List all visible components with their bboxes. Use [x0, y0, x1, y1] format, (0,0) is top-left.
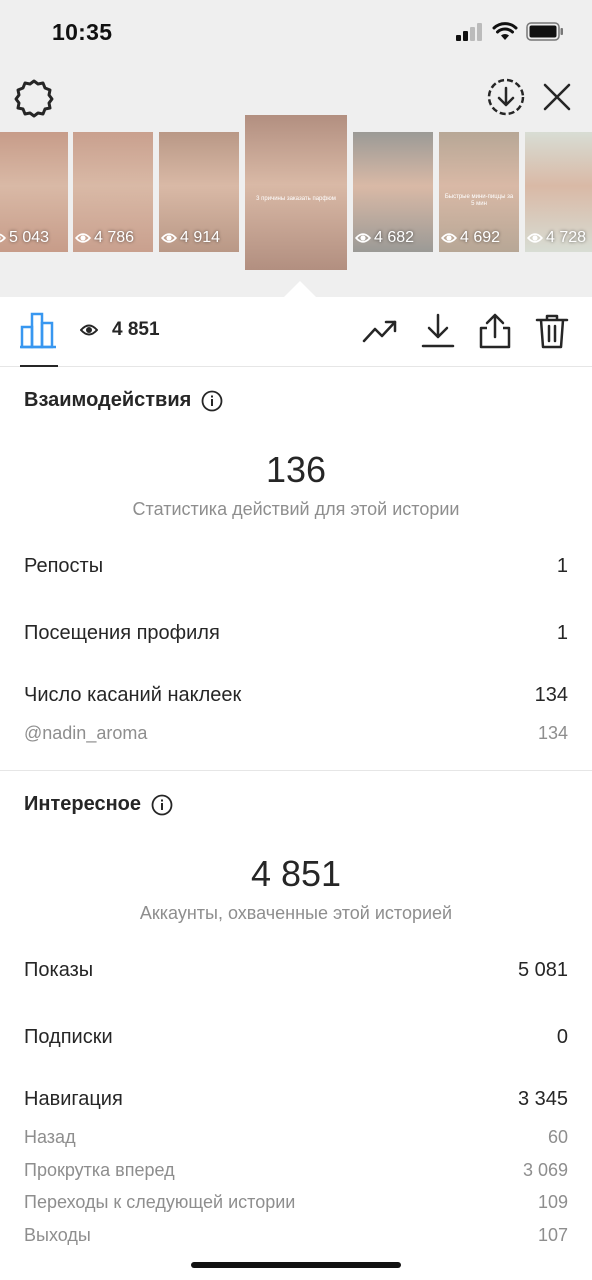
- discovery-title-text: Интересное: [24, 793, 141, 815]
- story-view-count: 4 682: [355, 229, 414, 247]
- stat-subrow-next-story: Переходы к следующей истории 109: [24, 1192, 568, 1213]
- eye-icon: [441, 233, 457, 243]
- story-view-count-value: 4 914: [180, 229, 221, 246]
- stat-value: 3 345: [517, 1088, 568, 1110]
- stat-subvalue: 109: [537, 1192, 568, 1212]
- stat-value: 134: [534, 684, 568, 706]
- status-time: 10:35: [52, 19, 113, 45]
- stat-sublabel: Назад: [24, 1127, 76, 1147]
- stat-row-reposts: Репосты 1: [24, 555, 568, 578]
- stat-value: 1: [556, 622, 568, 644]
- story-view-count-value: 4 728: [546, 229, 587, 246]
- discovery-subtitle: Аккаунты, охваченные этой историей: [139, 903, 453, 923]
- delete-trash-icon[interactable]: [534, 313, 570, 349]
- insights-tab[interactable]: [20, 311, 58, 367]
- stat-subrow-forward: Прокрутка вперед 3 069: [24, 1160, 568, 1181]
- stat-subrow-back: Назад 60: [24, 1127, 568, 1148]
- save-story-icon[interactable]: [486, 77, 526, 117]
- stat-subvalue: 3 069: [522, 1160, 568, 1180]
- story-caption: 3 причины заказать парфюм: [256, 195, 336, 202]
- eye-icon: [0, 233, 6, 243]
- stat-label: Число касаний наклеек: [24, 684, 242, 706]
- interactions-title-text: Взаимодействия: [24, 389, 192, 411]
- stat-row-follows: Подписки 0: [24, 1026, 568, 1049]
- stat-sublabel: Выходы: [24, 1225, 91, 1245]
- story-view-count: 4 728: [527, 229, 586, 247]
- stat-row-navigation: Навигация 3 345: [24, 1088, 568, 1111]
- battery-icon: [526, 22, 563, 41]
- stat-label: Посещения профиля: [24, 622, 220, 644]
- story-view-count: 4 786: [75, 229, 134, 247]
- story-thumbnail[interactable]: 4 728: [525, 132, 592, 252]
- stat-label: Подписки: [24, 1026, 113, 1048]
- stat-subrow-exits: Выходы 107: [24, 1225, 568, 1246]
- stat-value: 5 081: [517, 959, 568, 981]
- stat-subvalue: 60: [547, 1127, 568, 1147]
- story-caption: Быстрые мини-пиццы за 5 мин: [444, 194, 514, 208]
- story-view-count-value: 4 786: [94, 229, 135, 246]
- story-thumbnail-strip: 5 043 4 786 4 914 3 причины заказать парфюм…: [0, 112, 592, 272]
- stat-sublabel: Прокрутка вперед: [24, 1160, 175, 1180]
- stat-label: Репосты: [24, 555, 104, 577]
- story-thumbnail[interactable]: Быстрые мини-пиццы за 5 мин 4 692: [439, 132, 519, 252]
- story-header: 10:35 5 043 4 786 4 914 3 причины заказа…: [0, 0, 592, 297]
- story-view-count: 5 043: [0, 229, 49, 247]
- interactions-title: Взаимодействия: [24, 389, 223, 412]
- story-view-count-value: 4 692: [460, 229, 501, 246]
- home-indicator[interactable]: [191, 1262, 401, 1268]
- download-icon[interactable]: [420, 313, 456, 349]
- selected-story-pointer: [284, 281, 316, 297]
- section-divider: [0, 770, 592, 771]
- stat-label: Навигация: [24, 1088, 123, 1110]
- stat-sublabel: Переходы к следующей истории: [24, 1192, 296, 1212]
- stat-row-impressions: Показы 5 081: [24, 959, 568, 982]
- eye-icon: [527, 233, 543, 243]
- interactions-total: 136: [265, 449, 327, 490]
- promote-trend-icon[interactable]: [362, 313, 398, 349]
- eye-icon: [80, 324, 98, 336]
- story-view-count: 4 692: [441, 229, 500, 247]
- story-thumbnail[interactable]: 4 914: [159, 132, 239, 252]
- viewers-count-value: 4 851: [112, 319, 160, 340]
- system-indicators: [456, 22, 564, 41]
- story-view-count: 4 914: [161, 229, 220, 247]
- bar-chart-icon: [20, 312, 56, 349]
- discovery-title: Интересное: [24, 793, 173, 816]
- close-icon[interactable]: [540, 80, 574, 114]
- stat-value: 0: [556, 1026, 568, 1048]
- story-thumbnail[interactable]: 4 786: [73, 132, 153, 252]
- signal-icon: [456, 22, 482, 41]
- viewers-count[interactable]: 4 851: [80, 319, 160, 341]
- info-icon[interactable]: [201, 390, 223, 412]
- status-bar: 10:35: [0, 0, 592, 66]
- story-view-count-value: 5 043: [9, 229, 50, 246]
- info-icon[interactable]: [151, 794, 173, 816]
- story-view-count-value: 4 682: [374, 229, 415, 246]
- eye-icon: [161, 233, 177, 243]
- story-thumbnail[interactable]: 4 682: [353, 132, 433, 252]
- story-toolbar: 4 851: [0, 297, 592, 367]
- stat-subrow-sticker-account: @nadin_aroma 134: [24, 723, 568, 744]
- stat-row-profile-visits: Посещения профиля 1: [24, 622, 568, 645]
- story-preview-image: [245, 115, 347, 270]
- stat-sublabel[interactable]: @nadin_aroma: [24, 723, 147, 744]
- wifi-icon: [492, 22, 518, 40]
- stat-label: Показы: [24, 959, 94, 981]
- stat-subvalue: 134: [537, 723, 568, 743]
- stat-value: 1: [556, 555, 568, 577]
- share-icon[interactable]: [477, 313, 513, 349]
- interactions-subtitle: Статистика действий для этой истории: [132, 499, 460, 519]
- eye-icon: [355, 233, 371, 243]
- stat-row-sticker-taps: Число касаний наклеек 134: [24, 684, 568, 707]
- story-thumbnail-selected[interactable]: 3 причины заказать парфюм: [245, 115, 347, 270]
- stat-subvalue: 107: [537, 1225, 568, 1245]
- eye-icon: [75, 233, 91, 243]
- discovery-total: 4 851: [250, 853, 342, 894]
- story-thumbnail[interactable]: 5 043: [0, 132, 68, 252]
